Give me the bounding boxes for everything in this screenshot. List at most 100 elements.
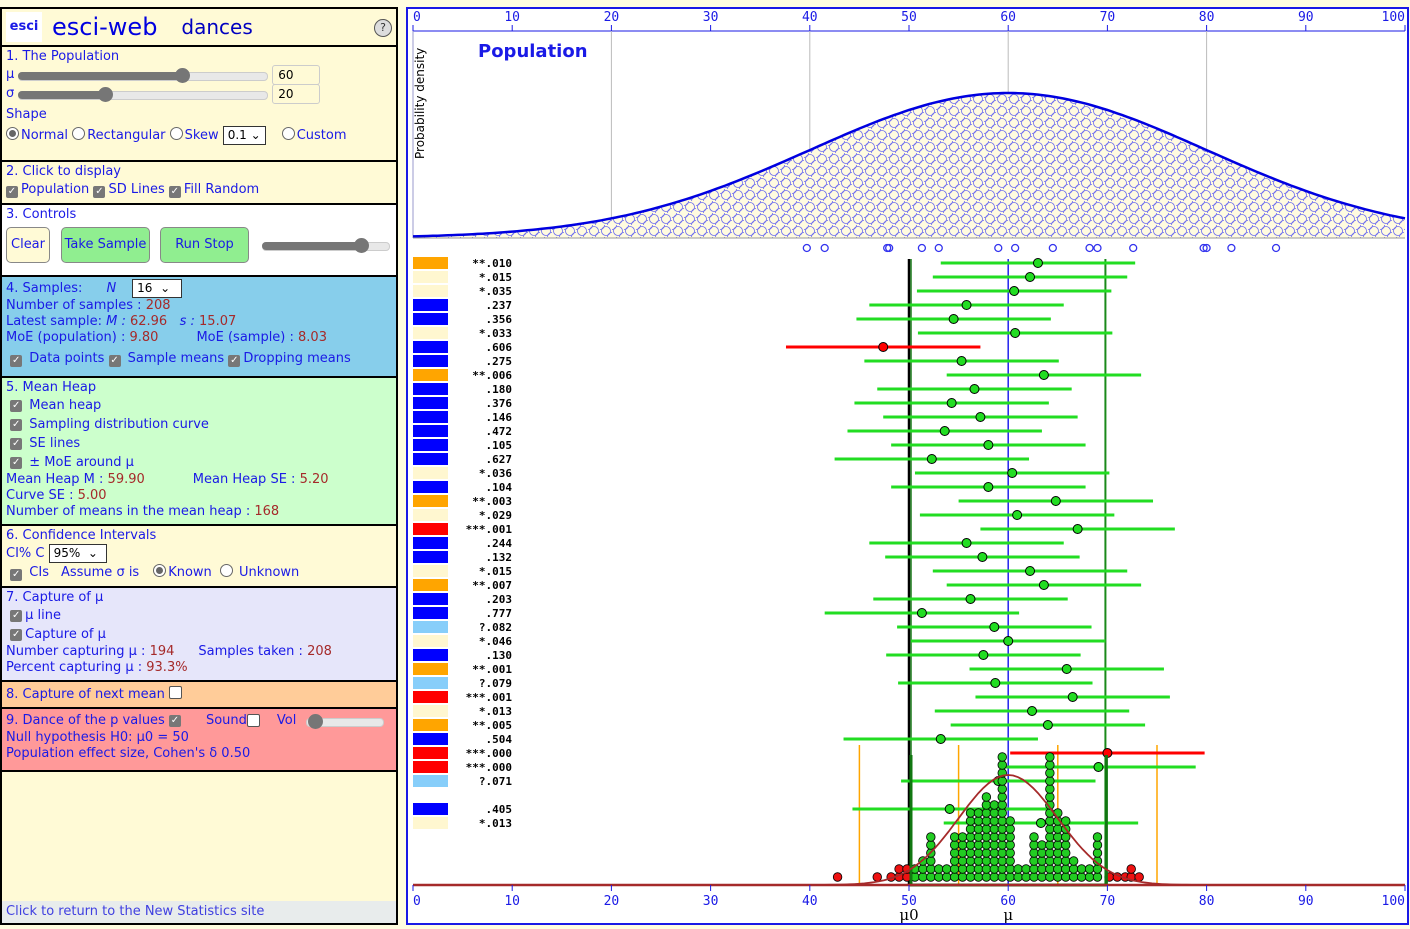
heap-mean-dot: [965, 856, 976, 866]
pvalue-label: ***.000: [466, 761, 512, 774]
assume-sigma-label: Assume σ is: [60, 564, 140, 580]
sample-means-checkbox[interactable]: ✓ Sample means: [108, 351, 224, 367]
data-points-checkbox[interactable]: ✓ Data points: [6, 351, 104, 367]
pvalues-checkbox[interactable]: ✓: [168, 714, 181, 727]
heap-mean-dot: [1029, 864, 1039, 874]
speed-slider[interactable]: [262, 238, 390, 253]
heap-mean-dot: [1045, 848, 1055, 858]
sample-mean-dot: [983, 440, 994, 450]
pvalue-swatch: [413, 761, 448, 773]
heap-mean-dot: [1126, 864, 1136, 874]
run-stop-button[interactable]: Run Stop: [160, 227, 249, 263]
mu-slider[interactable]: [18, 67, 269, 83]
ci-select[interactable]: 95% ⌄: [48, 544, 107, 563]
sample-mean-dot: [1027, 706, 1038, 716]
pvalue-swatch: [413, 327, 448, 339]
heap-mean-dot: [1029, 856, 1039, 866]
sample-mean-dot: [961, 300, 972, 310]
heap-mean-dot: [981, 856, 992, 866]
fill-random-checkbox[interactable]: ✓ Fill Random: [168, 182, 259, 198]
sample-point: [1085, 243, 1094, 253]
help-icon[interactable]: ?: [374, 19, 392, 37]
heap-mean-dot: [989, 800, 1000, 810]
check-icon: ✓: [93, 185, 106, 198]
pvalue-swatch: [413, 355, 448, 367]
curve-se-value: 5.00: [77, 488, 107, 503]
check-icon: ✓: [10, 399, 23, 412]
heap-mean-dot: [1045, 824, 1055, 834]
radio-icon: [6, 127, 19, 140]
heap-mean-dot: [957, 856, 968, 866]
dropping-means-checkbox[interactable]: ✓ Dropping means: [228, 351, 351, 367]
bottom-axis-tick-label: 90: [1298, 894, 1314, 909]
known-radio[interactable]: Known: [153, 564, 212, 581]
sampling-curve-checkbox[interactable]: ✓ Sampling distribution curve: [6, 415, 392, 434]
heap-mean-dot: [1053, 832, 1063, 842]
shape-normal[interactable]: Normal: [6, 127, 68, 144]
heap-mean-dot: [1005, 824, 1015, 834]
heap-mean-dot: [989, 872, 1000, 882]
sd-lines-checkbox[interactable]: ✓ SD Lines: [93, 182, 165, 198]
take-sample-button[interactable]: Take Sample: [61, 227, 150, 263]
mu-line-checkbox[interactable]: ✓ μ line: [6, 606, 392, 625]
sigma-input[interactable]: 20: [272, 83, 321, 104]
check-icon: ✓: [10, 437, 23, 450]
moe-around-mu-checkbox[interactable]: ✓ ± MoE around μ: [6, 453, 392, 472]
pvalue-label: ***.001: [466, 523, 513, 536]
sample-mean-dot: [1093, 762, 1104, 772]
heap-mean-dot: [989, 832, 1000, 842]
pvalue-swatch: [413, 705, 448, 717]
population-heading: 1. The Population: [6, 49, 120, 64]
sample-mean-dot: [916, 608, 927, 618]
unknown-radio[interactable]: Unknown: [219, 564, 299, 581]
new-statistics-link[interactable]: Click to return to the New Statistics si…: [2, 901, 396, 923]
pvalue-label: **.006: [472, 369, 512, 382]
heap-mean-dot: [1005, 832, 1015, 842]
se-lines-checkbox[interactable]: ✓ SE lines: [6, 434, 392, 453]
pvalue-swatch: [413, 775, 448, 787]
pvalue-label: .237: [486, 299, 513, 312]
sample-point: [820, 243, 829, 253]
volume-slider[interactable]: [306, 713, 385, 729]
mu-label: μ: [6, 66, 15, 82]
pvalue-swatch: [413, 747, 448, 759]
heap-mean-dot: [1045, 832, 1055, 842]
heap-mean-dot: [989, 864, 1000, 874]
cis-checkbox[interactable]: ✓ CIs: [6, 565, 49, 581]
check-icon: ✓: [228, 354, 241, 367]
clear-button[interactable]: Clear: [6, 227, 50, 263]
sample-point: [1129, 243, 1138, 253]
heap-mean-dot: [1045, 792, 1055, 802]
mu-input[interactable]: 60: [272, 64, 321, 85]
esci-logo[interactable]: esci: [6, 12, 42, 42]
heap-mean-dot: [965, 824, 976, 834]
population-checkbox[interactable]: ✓ Population: [6, 182, 89, 198]
heap-count-label: Number of means in the mean heap :: [6, 504, 251, 519]
curve-se-label: Curve SE :: [6, 488, 74, 503]
pvalue-label: **.007: [472, 579, 512, 592]
pvalue-label: *.033: [479, 327, 512, 340]
pvalue-label: .105: [486, 439, 513, 452]
next-mean-checkbox[interactable]: [168, 686, 182, 699]
shape-rectangular[interactable]: Rectangular: [72, 127, 166, 144]
pvalue-label: .606: [486, 341, 513, 354]
pvalue-swatch: [413, 467, 448, 479]
skew-select[interactable]: 0.1 ⌄: [222, 126, 266, 145]
mean-heap-checkbox[interactable]: ✓ Mean heap: [6, 396, 392, 415]
n-select[interactable]: 16 ⌄: [132, 279, 183, 298]
heap-mean-dot: [981, 808, 992, 818]
heap-mean-dot: [965, 832, 976, 842]
sigma-slider[interactable]: [18, 86, 269, 102]
heap-mean-dot: [989, 816, 1000, 826]
shape-skew[interactable]: Skew: [169, 127, 219, 144]
n-label: N: [106, 280, 117, 296]
display-panel: 2. Click to display ✓ Population ✓ SD Line…: [2, 162, 396, 205]
sound-checkbox[interactable]: [246, 714, 260, 727]
pvalue-label: .356: [486, 313, 513, 326]
heap-mean-dot: [1037, 872, 1047, 882]
capture-mu-checkbox[interactable]: ✓ Capture of μ: [6, 625, 392, 644]
pvalue-swatch: [413, 481, 448, 493]
pvalue-swatch: [413, 397, 448, 409]
shape-custom[interactable]: Custom: [281, 127, 347, 144]
heap-mean-dot: [1005, 864, 1015, 874]
